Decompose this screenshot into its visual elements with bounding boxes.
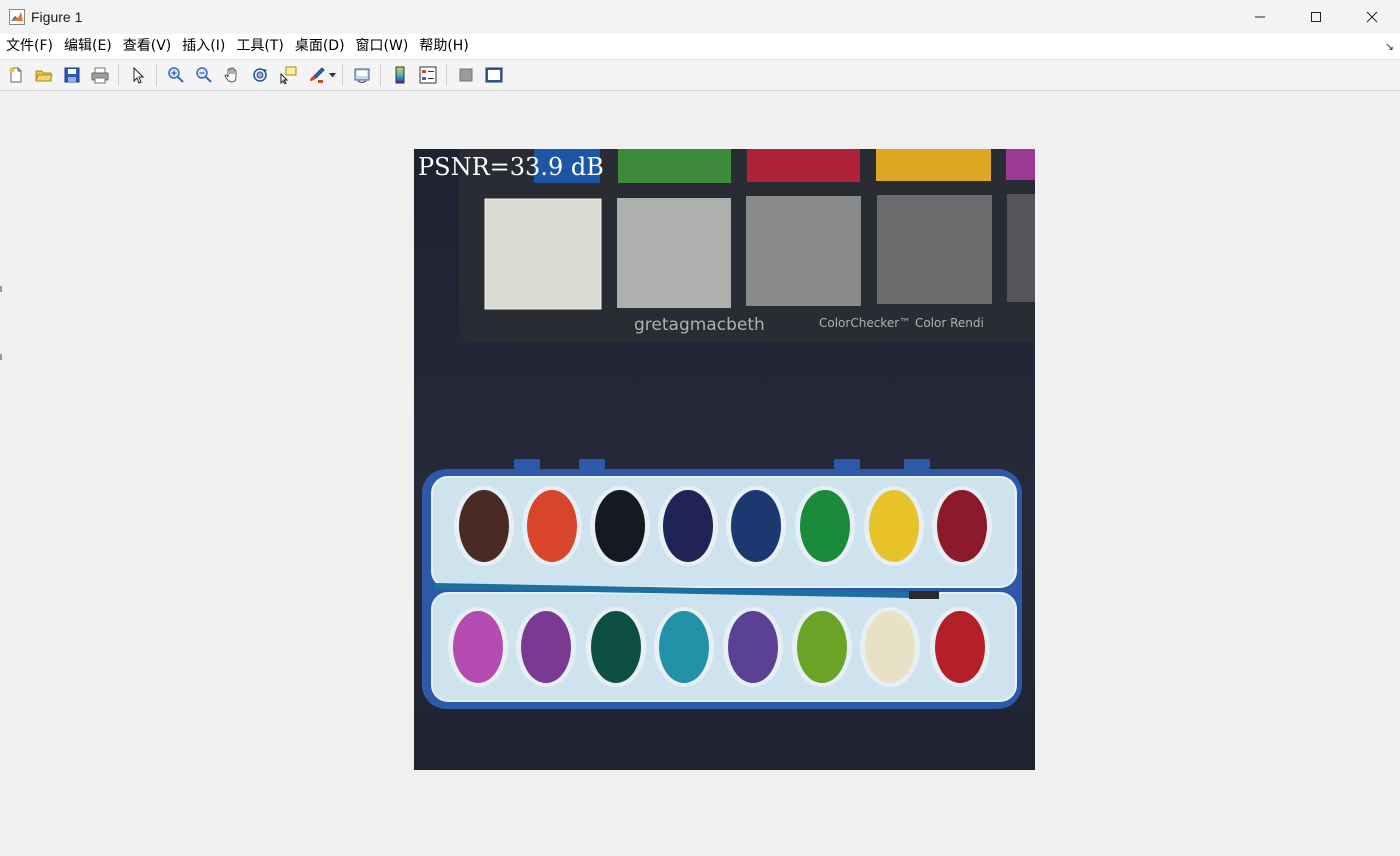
paint-well — [797, 611, 847, 683]
gray-patch — [1007, 194, 1035, 302]
hide-plot-tools-icon — [459, 68, 473, 82]
minimize-icon — [1255, 16, 1265, 18]
new-figure-button[interactable] — [4, 63, 28, 87]
insert-colorbar-button[interactable] — [388, 63, 412, 87]
menu-insert[interactable]: 插入(I) — [176, 34, 230, 59]
minimize-button[interactable] — [1232, 0, 1288, 34]
link-plot-button[interactable] — [350, 63, 374, 87]
open-file-button[interactable] — [32, 63, 56, 87]
figure-canvas[interactable]: gretagmacbeth ColorChecker™ Color Rendi … — [0, 91, 1400, 856]
save-icon — [64, 67, 80, 83]
paint-well — [663, 490, 713, 562]
paint-well — [935, 611, 985, 683]
save-button[interactable] — [60, 63, 84, 87]
paint-well — [937, 490, 987, 562]
menu-bar: 文件(F) 编辑(E) 查看(V) 插入(I) 工具(T) 桌面(D) 窗口(W… — [0, 34, 1400, 60]
insert-legend-icon — [419, 66, 437, 84]
palette-tab — [834, 459, 860, 469]
maximize-icon — [1311, 12, 1321, 22]
paint-well — [459, 490, 509, 562]
toolbar-separator — [342, 64, 343, 86]
open-file-icon — [35, 70, 53, 82]
pan-button[interactable] — [220, 63, 244, 87]
palette-tab — [579, 459, 605, 469]
rotate-3d-icon — [253, 68, 267, 82]
show-plot-tools-icon — [485, 67, 503, 83]
gray-patch — [746, 196, 861, 306]
paint-well — [591, 611, 641, 683]
paint-well — [731, 490, 781, 562]
menu-tools[interactable]: 工具(T) — [230, 34, 288, 59]
data-cursor-button[interactable] — [276, 63, 300, 87]
chevron-down-icon — [328, 72, 336, 77]
menu-file[interactable]: 文件(F) — [0, 34, 58, 59]
data-cursor-icon — [280, 66, 297, 84]
gray-patch — [617, 198, 731, 308]
insert-legend-button[interactable] — [416, 63, 440, 87]
close-button[interactable] — [1344, 0, 1400, 34]
color-patch — [876, 149, 991, 181]
zoom-in-button[interactable] — [164, 63, 188, 87]
window-title: Figure 1 — [31, 9, 83, 25]
palette-tab — [904, 459, 930, 469]
title-bar: Figure 1 — [0, 0, 1400, 34]
toolbar-separator — [446, 64, 447, 86]
menu-view[interactable]: 查看(V) — [117, 34, 177, 59]
toolbar-separator — [380, 64, 381, 86]
color-patch — [618, 149, 731, 183]
paint-well — [521, 611, 571, 683]
insert-colorbar-icon — [395, 66, 405, 84]
brush-icon — [310, 67, 325, 83]
gray-patch — [877, 195, 992, 304]
print-icon — [91, 67, 109, 84]
edge-mark — [0, 286, 2, 292]
paint-well — [800, 490, 850, 562]
gray-patch — [484, 198, 602, 310]
zoom-out-button[interactable] — [192, 63, 216, 87]
hide-plot-tools-button[interactable] — [454, 63, 478, 87]
gretagmacbeth-text: gretagmacbeth — [634, 315, 765, 335]
brush-dropdown[interactable] — [328, 63, 336, 87]
paint-well — [865, 611, 915, 683]
palette-top-row — [431, 476, 1017, 588]
menu-help[interactable]: 帮助(H) — [413, 34, 473, 59]
edit-plot-button[interactable] — [126, 63, 150, 87]
edit-plot-icon — [133, 66, 145, 84]
edge-mark — [0, 354, 2, 360]
palette-tab — [514, 459, 540, 469]
paint-well — [659, 611, 709, 683]
zoom-in-icon — [168, 67, 184, 83]
paint-well — [453, 611, 503, 683]
watercolor-image: gretagmacbeth ColorChecker™ Color Rendi … — [414, 149, 1035, 770]
pan-icon — [224, 67, 237, 83]
paint-well — [728, 611, 778, 683]
color-patch — [747, 149, 860, 182]
close-icon — [1366, 11, 1378, 23]
dock-figure-icon[interactable]: ↘ — [1385, 40, 1394, 53]
image-axes[interactable]: gretagmacbeth ColorChecker™ Color Rendi … — [414, 149, 1035, 770]
new-figure-icon — [9, 67, 22, 83]
matlab-icon — [9, 9, 25, 25]
paint-well — [595, 490, 645, 562]
menu-window[interactable]: 窗口(W) — [350, 34, 414, 59]
zoom-out-icon — [196, 67, 212, 83]
color-patch — [1006, 149, 1035, 180]
psnr-label: PSNR=33.9 dB — [418, 153, 604, 181]
rotate-3d-button[interactable] — [248, 63, 272, 87]
maximize-button[interactable] — [1288, 0, 1344, 34]
colorchecker-text: ColorChecker™ Color Rendi — [819, 316, 984, 330]
figure-toolbar — [0, 60, 1400, 91]
toolbar-separator — [118, 64, 119, 86]
menu-edit[interactable]: 编辑(E) — [58, 34, 117, 59]
link-plot-icon — [354, 68, 370, 83]
show-plot-tools-button[interactable] — [482, 63, 506, 87]
print-button[interactable] — [88, 63, 112, 87]
paint-well — [527, 490, 577, 562]
menu-desktop[interactable]: 桌面(D) — [289, 34, 350, 59]
brush-button[interactable] — [304, 63, 328, 87]
paint-well — [869, 490, 919, 562]
toolbar-separator — [156, 64, 157, 86]
